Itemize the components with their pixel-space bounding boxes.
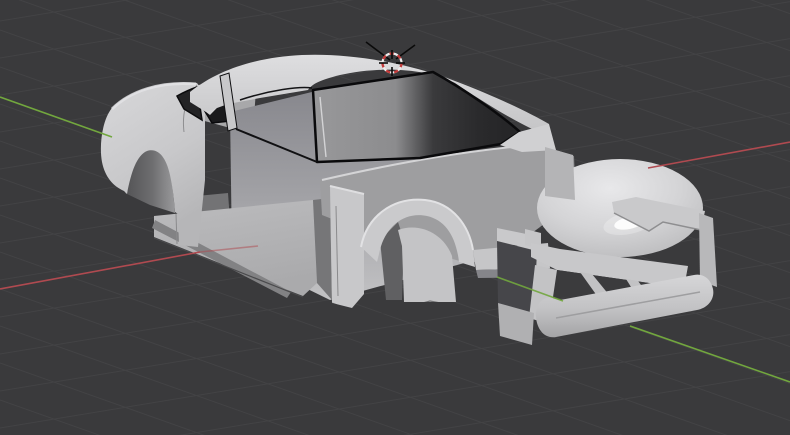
3d-viewport[interactable] bbox=[0, 0, 790, 435]
viewport-canvas[interactable] bbox=[0, 0, 790, 435]
car-cowl-wall bbox=[545, 147, 575, 200]
car-firewall-panel[interactable] bbox=[330, 186, 364, 308]
